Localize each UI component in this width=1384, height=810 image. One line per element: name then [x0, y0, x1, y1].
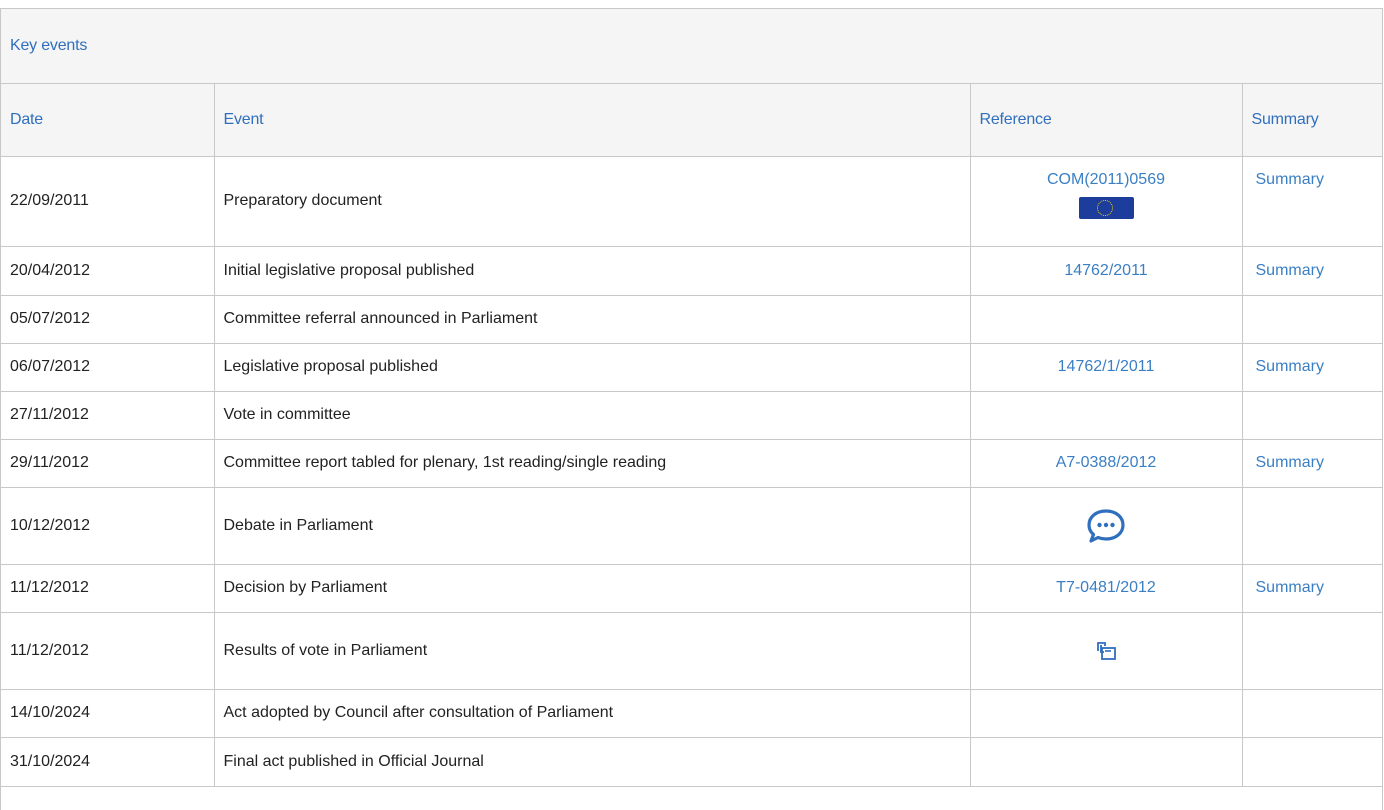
reference-cell [970, 612, 1243, 690]
event-cell: Act adopted by Council after consultatio… [214, 689, 971, 738]
reference-link[interactable]: T7-0481/2012 [1056, 579, 1156, 596]
summary-link[interactable]: Summary [1256, 358, 1324, 375]
date-cell: 10/12/2012 [1, 487, 215, 565]
summary-cell [1242, 487, 1382, 565]
summary-cell [1242, 689, 1382, 738]
table-row: 05/07/2012 Committee referral announced … [1, 295, 1382, 344]
eu-flag-icon[interactable] [1078, 196, 1134, 219]
summary-cell: Summary [1242, 439, 1382, 488]
table-row: 10/12/2012 Debate in Parliament [1, 487, 1382, 565]
key-events-table: Date Event Reference Summary 22/09/2011 … [1, 84, 1382, 787]
summary-cell: Summary [1242, 156, 1382, 247]
reference-cell: T7-0481/2012 [970, 564, 1243, 613]
panel-header: Key events [1, 9, 1382, 84]
event-cell: Initial legislative proposal published [214, 246, 971, 296]
table-header-row: Date Event Reference Summary [1, 84, 1382, 157]
reference-cell [970, 391, 1243, 440]
table-row: 27/11/2012 Vote in committee [1, 391, 1382, 440]
summary-cell [1242, 612, 1382, 690]
date-cell: 14/10/2024 [1, 689, 215, 738]
date-cell: 27/11/2012 [1, 391, 215, 440]
column-header-date[interactable]: Date [1, 84, 215, 157]
date-cell: 06/07/2012 [1, 343, 215, 392]
reference-link[interactable]: COM(2011)0569 [1047, 171, 1165, 188]
vote-results-icon[interactable] [971, 640, 1242, 662]
reference-cell [970, 737, 1243, 787]
event-cell: Preparatory document [214, 156, 971, 247]
event-cell: Committee referral announced in Parliame… [214, 295, 971, 344]
event-cell: Legislative proposal published [214, 343, 971, 392]
table-row: 14/10/2024 Act adopted by Council after … [1, 689, 1382, 738]
table-row: 20/04/2012 Initial legislative proposal … [1, 246, 1382, 296]
summary-cell: Summary [1242, 343, 1382, 392]
reference-cell [970, 689, 1243, 738]
date-cell: 05/07/2012 [1, 295, 215, 344]
summary-cell [1242, 295, 1382, 344]
date-cell: 11/12/2012 [1, 564, 215, 613]
event-cell: Debate in Parliament [214, 487, 971, 565]
reference-cell: A7-0388/2012 [970, 439, 1243, 488]
summary-cell [1242, 737, 1382, 787]
summary-cell [1242, 391, 1382, 440]
event-cell: Vote in committee [214, 391, 971, 440]
date-cell: 11/12/2012 [1, 612, 215, 690]
event-cell: Final act published in Official Journal [214, 737, 971, 787]
reference-cell: 14762/1/2011 [970, 343, 1243, 392]
key-events-panel: Key events Date Event Reference Summary … [0, 8, 1383, 810]
event-cell: Committee report tabled for plenary, 1st… [214, 439, 971, 488]
reference-cell: COM(2011)0569 [970, 156, 1243, 247]
reference-cell: 14762/2011 [970, 246, 1243, 296]
column-header-summary[interactable]: Summary [1242, 84, 1382, 157]
table-row: 22/09/2011 Preparatory document COM(2011… [1, 156, 1382, 247]
date-cell: 29/11/2012 [1, 439, 215, 488]
event-cell: Results of vote in Parliament [214, 612, 971, 690]
table-row: 06/07/2012 Legislative proposal publishe… [1, 343, 1382, 392]
panel-title: Key events [10, 37, 88, 54]
column-header-reference[interactable]: Reference [970, 84, 1243, 157]
column-header-event[interactable]: Event [214, 84, 971, 157]
reference-cell [970, 295, 1243, 344]
table-row: 29/11/2012 Committee report tabled for p… [1, 439, 1382, 488]
date-cell: 20/04/2012 [1, 246, 215, 296]
table-row: 11/12/2012 Results of vote in Parliament [1, 612, 1382, 690]
chat-bubble-icon[interactable] [971, 508, 1242, 544]
summary-link[interactable]: Summary [1256, 262, 1324, 279]
reference-cell [970, 487, 1243, 565]
summary-cell: Summary [1242, 246, 1382, 296]
date-cell: 22/09/2011 [1, 156, 215, 247]
summary-link[interactable]: Summary [1256, 579, 1324, 596]
summary-link[interactable]: Summary [1256, 454, 1324, 471]
date-cell: 31/10/2024 [1, 737, 215, 787]
reference-link[interactable]: A7-0388/2012 [1056, 454, 1157, 471]
table-row: 11/12/2012 Decision by Parliament T7-048… [1, 564, 1382, 613]
reference-link[interactable]: 14762/2011 [1064, 262, 1147, 279]
reference-link[interactable]: 14762/1/2011 [1058, 358, 1155, 375]
event-cell: Decision by Parliament [214, 564, 971, 613]
table-row: 31/10/2024 Final act published in Offici… [1, 737, 1382, 787]
summary-cell: Summary [1242, 564, 1382, 613]
summary-link[interactable]: Summary [1256, 171, 1324, 188]
